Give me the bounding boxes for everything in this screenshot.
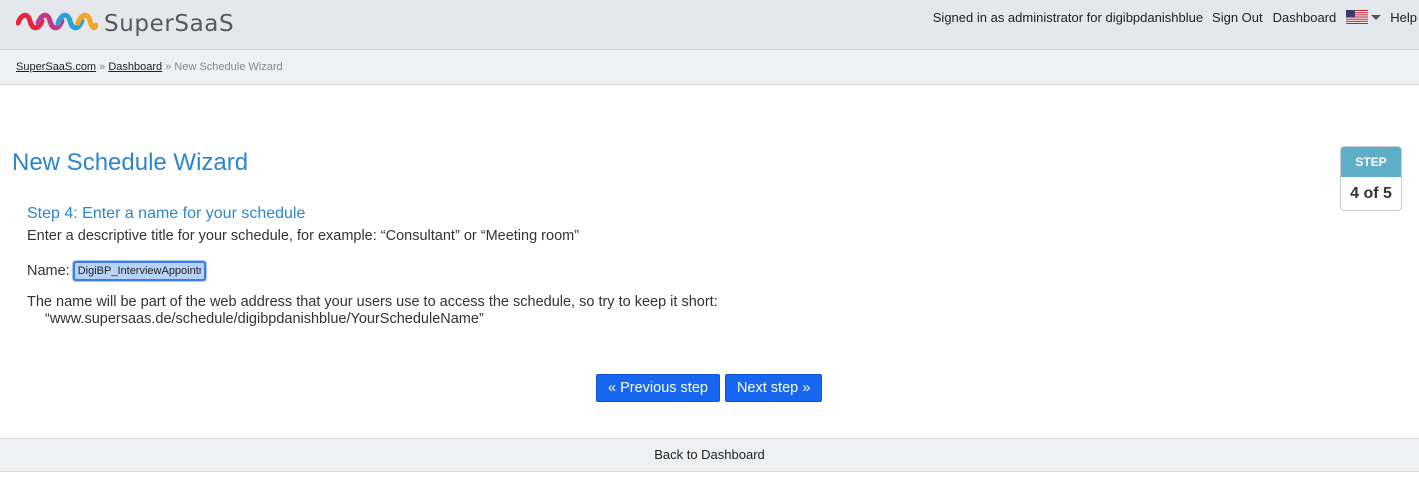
step-heading: Step 4: Enter a name for your schedule — [27, 205, 306, 222]
logo-link[interactable]: SuperSaaS — [16, 8, 234, 40]
breadcrumb-current: New Schedule Wizard — [174, 61, 283, 73]
sign-out-link[interactable]: Sign Out — [1212, 10, 1263, 25]
us-flag-icon[interactable] — [1346, 10, 1369, 24]
step-count: 4 of 5 — [1350, 185, 1392, 202]
breadcrumb-dashboard-link[interactable]: Dashboard — [108, 61, 162, 73]
dashboard-link[interactable]: Dashboard — [1273, 10, 1337, 25]
name-row: Name: — [27, 261, 206, 281]
schedule-name-input[interactable] — [72, 261, 206, 281]
top-bar: SuperSaaS Signed in as administrator for… — [0, 0, 1419, 50]
help-link[interactable]: Help — [1390, 10, 1417, 25]
wizard-buttons: « Previous step Next step » — [596, 374, 827, 402]
address-note: The name will be part of the web address… — [27, 294, 718, 328]
step-intro: Enter a descriptive title for your sched… — [27, 228, 580, 244]
next-step-button[interactable]: Next step » — [724, 374, 823, 402]
supersaas-logo-icon — [16, 12, 98, 31]
breadcrumb-home-link[interactable]: SuperSaaS.com — [16, 61, 96, 73]
breadcrumb: SuperSaaS.com » Dashboard » New Schedule… — [16, 61, 283, 73]
back-to-dashboard-link[interactable]: Back to Dashboard — [654, 447, 765, 462]
breadcrumb-separator: » — [162, 61, 175, 73]
breadcrumb-separator: » — [96, 61, 109, 73]
footer-bar: Back to Dashboard — [0, 438, 1419, 472]
breadcrumb-bar: SuperSaaS.com » Dashboard » New Schedule… — [0, 50, 1419, 85]
step-label: STEP — [1341, 147, 1401, 177]
wizard-content: Step 4: Enter a name for your schedule E… — [27, 205, 927, 327]
signed-in-text: Signed in as administrator for digibpdan… — [932, 9, 1204, 25]
step-indicator: STEP 4 of 5 — [1340, 146, 1402, 211]
address-note-text: The name will be part of the web address… — [27, 294, 718, 310]
page-title: New Schedule Wizard — [12, 149, 249, 176]
name-label: Name: — [27, 263, 70, 279]
top-nav: Signed in as administrator for digibpdan… — [933, 9, 1419, 25]
brand-name: SuperSaaS — [104, 11, 235, 37]
chevron-down-icon[interactable] — [1371, 14, 1382, 20]
address-example: “www.supersaas.de/schedule/digibpdanishb… — [45, 311, 484, 327]
previous-step-button[interactable]: « Previous step — [596, 374, 720, 402]
